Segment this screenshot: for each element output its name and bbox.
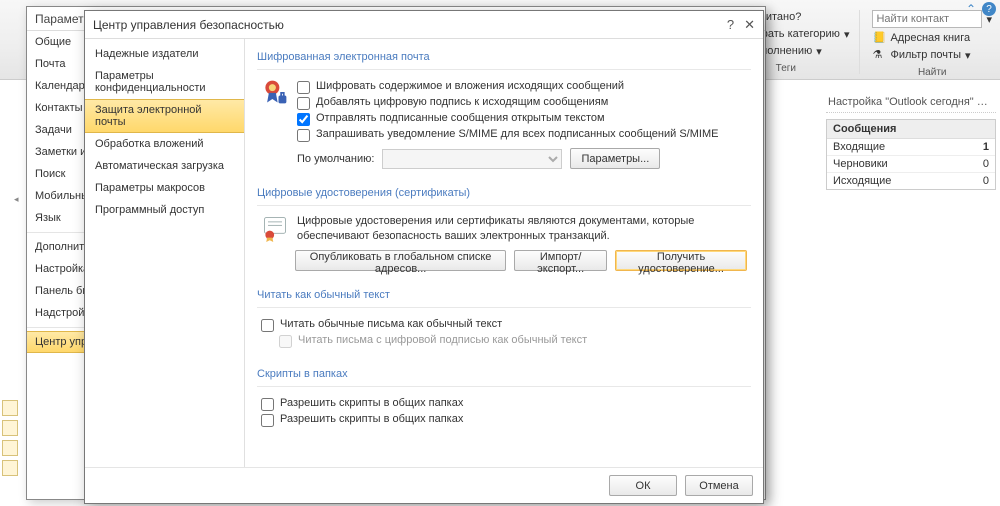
scripts-option-row[interactable]: Разрешить скрипты в общих папках	[261, 397, 747, 411]
trust-nav-item[interactable]: Параметры конфиденциальности	[85, 65, 244, 99]
rail-icon-mail[interactable]	[2, 400, 18, 416]
rail-icon-tasks[interactable]	[2, 460, 18, 476]
today-row-inbox[interactable]: Входящие 1	[827, 139, 995, 156]
encrypt-option-row[interactable]: Отправлять подписанные сообщения открыты…	[297, 112, 747, 126]
group-title: Читать как обычный текст	[257, 285, 751, 308]
group-encrypted-mail: Шифрованная электронная почта Шифровать …	[257, 47, 751, 173]
today-row-label: Черновики	[833, 158, 888, 170]
help-icon[interactable]: ?	[982, 2, 996, 16]
ribbon-address-book[interactable]: 📒 Адресная книга	[872, 31, 992, 45]
address-book-icon: 📒	[872, 31, 886, 45]
trust-center-titlebar: Центр управления безопасностью ? ✕	[85, 11, 763, 39]
trust-nav-item[interactable]: Автоматическая загрузка	[85, 155, 244, 177]
allow-scripts-shared-checkbox[interactable]	[261, 398, 274, 411]
ribbon-mail-filter-label: Фильтр почты	[890, 49, 961, 61]
ribbon-group-find: Найти	[872, 67, 992, 78]
default-setting-label: По умолчанию:	[297, 153, 374, 165]
import-export-button[interactable]: Импорт/экспорт...	[514, 250, 607, 271]
filter-icon: ⚗	[872, 48, 886, 62]
window-help-icons: ⌃ ?	[966, 2, 996, 16]
today-row-label: Исходящие	[833, 175, 891, 187]
encrypt-option-row[interactable]: Запрашивать уведомление S/MIME для всех …	[297, 128, 747, 142]
read-signed-plain-checkbox	[279, 335, 292, 348]
allow-scripts-shared-checkbox-2[interactable]	[261, 414, 274, 427]
trust-nav-item[interactable]: Параметры макросов	[85, 177, 244, 199]
plain-text-option-row-disabled: Читать письма с цифровой подписью как об…	[279, 334, 747, 348]
encrypt-option-label: Запрашивать уведомление S/MIME для всех …	[316, 128, 718, 140]
cancel-button[interactable]: Отмена	[685, 475, 753, 496]
today-row-label: Входящие	[833, 141, 885, 153]
send-cleartext-checkbox[interactable]	[297, 113, 310, 126]
encrypt-option-row[interactable]: Добавлять цифровую подпись к исходящим с…	[297, 96, 747, 110]
trust-nav-item[interactable]: Надежные издатели	[85, 43, 244, 65]
today-row-drafts[interactable]: Черновики 0	[827, 156, 995, 173]
encrypted-params-button[interactable]: Параметры...	[570, 148, 660, 169]
encrypt-contents-checkbox[interactable]	[297, 81, 310, 94]
dialog-help-icon[interactable]: ?	[727, 17, 734, 33]
plain-text-option-row[interactable]: Читать обычные письма как обычный текст	[261, 318, 747, 332]
scripts-option-label: Разрешить скрипты в общих папках	[280, 397, 463, 409]
trust-center-footer: ОК Отмена	[85, 467, 763, 503]
today-row-value: 0	[983, 175, 989, 187]
group-title: Шифрованная электронная почта	[257, 47, 751, 70]
scripts-option-row[interactable]: Разрешить скрипты в общих папках	[261, 413, 747, 427]
today-row-value: 0	[983, 158, 989, 170]
trust-nav-item[interactable]: Программный доступ	[85, 199, 244, 221]
encrypt-option-label: Отправлять подписанные сообщения открыты…	[316, 112, 605, 124]
certificate-doc-icon	[261, 214, 289, 242]
trust-center-nav: Надежные издателиПараметры конфиденциаль…	[85, 39, 245, 467]
left-rail	[2, 400, 20, 476]
group-title: Скрипты в папках	[257, 364, 751, 387]
chevron-down-icon: ▾	[844, 28, 850, 41]
trust-nav-item[interactable]: Защита электронной почты	[85, 99, 244, 133]
today-section-header: Сообщения	[827, 120, 995, 139]
certificate-ribbon-icon	[261, 78, 289, 106]
group-folder-scripts: Скрипты в папках Разрешить скрипты в общ…	[257, 364, 751, 433]
group-certificates: Цифровые удостоверения (сертификаты) Циф…	[257, 183, 751, 275]
certificates-description: Цифровые удостоверения или сертификаты я…	[297, 214, 747, 244]
trust-center-content: Шифрованная электронная почта Шифровать …	[245, 39, 763, 467]
min-ribbon-icon[interactable]: ⌃	[966, 2, 976, 16]
group-title: Цифровые удостоверения (сертификаты)	[257, 183, 751, 206]
add-signature-checkbox[interactable]	[297, 97, 310, 110]
read-plain-checkbox[interactable]	[261, 319, 274, 332]
chevron-down-icon: ▾	[816, 45, 822, 58]
trust-nav-item[interactable]: Обработка вложений	[85, 133, 244, 155]
default-setting-select[interactable]	[382, 149, 562, 169]
dialog-close-icon[interactable]: ✕	[744, 17, 755, 33]
today-title[interactable]: Настройка "Outlook сегодня" …	[826, 92, 996, 113]
chevron-down-icon: ▾	[965, 49, 971, 62]
encrypt-option-label: Шифровать содержимое и вложения исходящи…	[316, 80, 624, 92]
smime-receipt-checkbox[interactable]	[297, 129, 310, 142]
group-plain-text: Читать как обычный текст Читать обычные …	[257, 285, 751, 354]
publish-gal-button[interactable]: Опубликовать в глобальном списке адресов…	[295, 250, 506, 271]
today-row-value: 1	[983, 141, 989, 153]
encrypt-option-row[interactable]: Шифровать содержимое и вложения исходящи…	[297, 80, 747, 94]
ribbon-mail-filter[interactable]: ⚗ Фильтр почты ▾	[872, 48, 992, 62]
trust-center-title: Центр управления безопасностью	[93, 18, 284, 32]
rail-icon-calendar[interactable]	[2, 420, 18, 436]
ribbon-address-book-label: Адресная книга	[890, 32, 970, 44]
today-row-outbox[interactable]: Исходящие 0	[827, 173, 995, 189]
collapse-arrow-2[interactable]: ◂	[14, 194, 19, 205]
outlook-today-pane: Настройка "Outlook сегодня" … Сообщения …	[826, 92, 996, 190]
rail-icon-contacts[interactable]	[2, 440, 18, 456]
ok-button[interactable]: ОК	[609, 475, 677, 496]
encrypt-option-label: Добавлять цифровую подпись к исходящим с…	[316, 96, 608, 108]
today-messages-section: Сообщения Входящие 1 Черновики 0 Исходящ…	[826, 119, 996, 190]
get-certificate-button[interactable]: Получить удостоверение...	[615, 250, 747, 271]
trust-center-dialog: Центр управления безопасностью ? ✕ Надеж…	[84, 10, 764, 504]
scripts-option-label: Разрешить скрипты в общих папках	[280, 413, 463, 425]
plaintext-option-label: Читать письма с цифровой подписью как об…	[298, 334, 587, 346]
plaintext-option-label: Читать обычные письма как обычный текст	[280, 318, 502, 330]
